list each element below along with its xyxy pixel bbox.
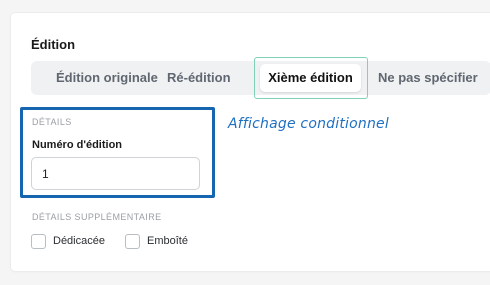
edition-number-input[interactable] [31,157,200,190]
tab-edition-originale[interactable]: Édition originale [56,61,158,95]
emboite-label: Emboîté [147,235,188,247]
edition-segmented-control: Édition originale Ré-édition Xième éditi… [31,57,490,99]
tab-ne-pas-specifier[interactable]: Ne pas spécifier [378,61,478,95]
checkbox-dedicacee[interactable]: Dédicacée [31,233,105,249]
section-title: Édition [31,37,76,52]
details-group-label: DÉTAILS [32,117,72,127]
conditional-display-annotation: Affichage conditionnel [228,116,389,132]
dedicacee-label: Dédicacée [53,235,105,247]
edition-number-label: Numéro d'édition [32,139,123,151]
dedicacee-checkbox-box[interactable] [31,233,46,249]
checkbox-emboite[interactable]: Emboîté [125,233,188,249]
emboite-checkbox-box[interactable] [125,233,140,249]
tab-xieme-edition[interactable]: Xième édition [260,64,361,92]
extra-details-group-label: DÉTAILS SUPPLÉMENTAIRE [32,212,162,222]
tab-re-edition[interactable]: Ré-édition [167,61,231,95]
